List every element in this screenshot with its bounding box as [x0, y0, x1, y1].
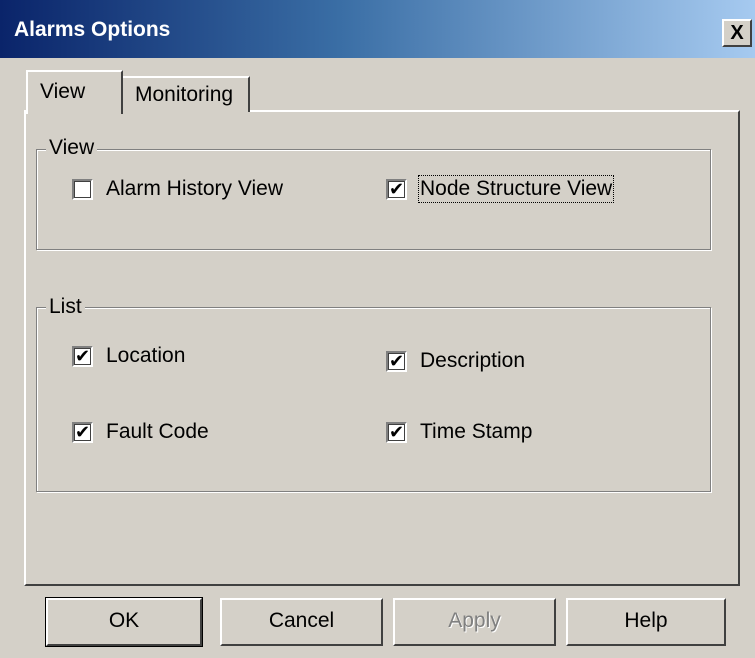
tab-monitoring[interactable]: Monitoring: [121, 76, 250, 112]
description-label: Description: [420, 349, 526, 372]
apply-button[interactable]: Apply: [393, 598, 556, 646]
checkbox-box[interactable]: ✔: [72, 421, 93, 443]
list-groupbox: [36, 307, 711, 492]
tab-monitoring-label: Monitoring: [135, 83, 234, 106]
node-structure-view-checkbox[interactable]: ✔ Node Structure View: [386, 175, 615, 203]
close-icon: X: [730, 22, 744, 44]
fault-code-label: Fault Code: [106, 420, 209, 443]
cancel-button[interactable]: Cancel: [220, 598, 383, 646]
checkbox-box[interactable]: ✔: [386, 178, 407, 200]
checkbox-box[interactable]: ✔: [72, 345, 93, 367]
title-bar[interactable]: Alarms Options X: [0, 0, 755, 58]
tab-view[interactable]: View: [26, 70, 123, 114]
alarm-history-view-label: Alarm History View: [106, 177, 283, 200]
description-checkbox[interactable]: ✔ Description: [386, 349, 525, 373]
close-button[interactable]: X: [722, 19, 752, 47]
ok-button[interactable]: OK: [45, 597, 203, 647]
view-group-label: View: [46, 136, 98, 160]
checkbox-box[interactable]: ✔: [386, 421, 407, 443]
checkbox-box[interactable]: ✔: [386, 350, 407, 372]
dialog-title: Alarms Options: [14, 18, 171, 41]
location-label: Location: [106, 344, 186, 367]
tab-strip: View Monitoring: [0, 60, 755, 114]
tab-view-label: View: [40, 80, 86, 103]
alarms-options-dialog: Alarms Options X View Monitoring View Al…: [0, 0, 755, 658]
time-stamp-label: Time Stamp: [420, 420, 533, 443]
help-button[interactable]: Help: [566, 598, 726, 646]
location-checkbox[interactable]: ✔ Location: [72, 344, 185, 368]
fault-code-checkbox[interactable]: ✔ Fault Code: [72, 420, 209, 444]
alarm-history-view-checkbox[interactable]: Alarm History View: [72, 177, 283, 201]
node-structure-view-label: Node Structure View: [417, 175, 615, 203]
time-stamp-checkbox[interactable]: ✔ Time Stamp: [386, 420, 532, 444]
list-group-label: List: [46, 295, 85, 319]
checkbox-box[interactable]: [72, 178, 93, 200]
